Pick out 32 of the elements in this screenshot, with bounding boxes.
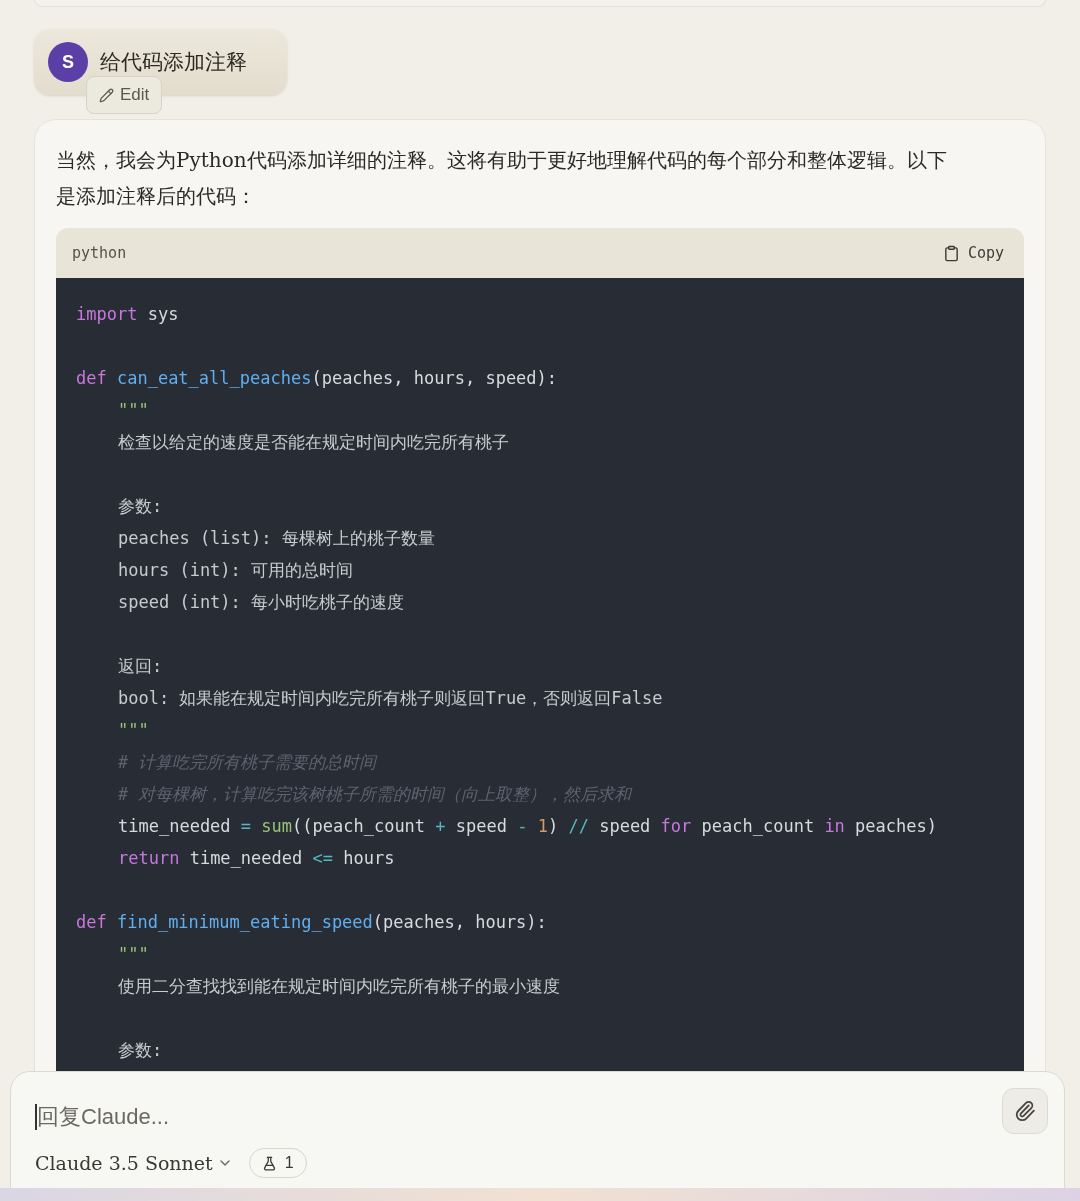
code-line: # 计算吃完所有桃子需要的总时间 bbox=[118, 751, 377, 774]
code-line: 返回: bbox=[118, 655, 163, 678]
reply-input[interactable]: 回复Claude... bbox=[35, 1100, 170, 1133]
paperclip-icon bbox=[1014, 1100, 1036, 1122]
flask-icon bbox=[261, 1155, 277, 1171]
code-line: hours (int): 可用的总时间 bbox=[118, 559, 354, 582]
code-line: """ bbox=[118, 719, 149, 742]
code-line: 参数: bbox=[118, 1039, 163, 1062]
edit-button[interactable]: Edit bbox=[86, 76, 163, 114]
pencil-icon bbox=[99, 87, 114, 103]
code-line: bool: 如果能在规定时间内吃完所有桃子则返回True，否则返回False bbox=[118, 687, 663, 710]
code-line: peaches (list): 每棵树上的桃子数量 bbox=[118, 527, 435, 550]
code-line: time_needed = sum((peach_count + speed - 1) // speed for peach_count in peaches) bbox=[118, 815, 937, 838]
code-line: 检查以给定的速度是否能在规定时间内吃完所有桃子 bbox=[118, 431, 509, 454]
model-selector[interactable]: Claude 3.5 Sonnet bbox=[35, 1148, 233, 1178]
code-line: # 对每棵树，计算吃完该树桃子所需的时间（向上取整），然后求和 bbox=[118, 783, 632, 806]
code-line: speed (int): 每小时吃桃子的速度 bbox=[118, 591, 405, 614]
code-line: return time_needed <= hours bbox=[118, 847, 395, 870]
code-line: """ bbox=[118, 943, 149, 966]
copy-button[interactable]: Copy bbox=[942, 241, 1004, 265]
code-line: """ bbox=[118, 399, 149, 422]
code-line: 参数: bbox=[118, 495, 163, 518]
code-language-label: python bbox=[72, 242, 127, 264]
user-message-text: 给代码添加注释 bbox=[100, 49, 247, 76]
user-avatar: S bbox=[48, 42, 88, 82]
code-line: 使用二分查找找到能在规定时间内吃完所有桃子的最小速度 bbox=[118, 975, 560, 998]
code-line: def can_eat_all_peaches(peaches, hours, speed): bbox=[76, 367, 558, 390]
clipboard-icon bbox=[942, 244, 960, 262]
code-line: import sys bbox=[76, 303, 179, 326]
response-text: 当然，我会为Python代码添加详细的注释。这将有助于更好地理解代码的每个部分和整体逻辑。以下是添加注释后的代码： bbox=[56, 147, 948, 210]
attach-button[interactable] bbox=[1002, 1088, 1048, 1134]
code-line: def find_minimum_eating_speed(peaches, hours): bbox=[76, 911, 547, 934]
